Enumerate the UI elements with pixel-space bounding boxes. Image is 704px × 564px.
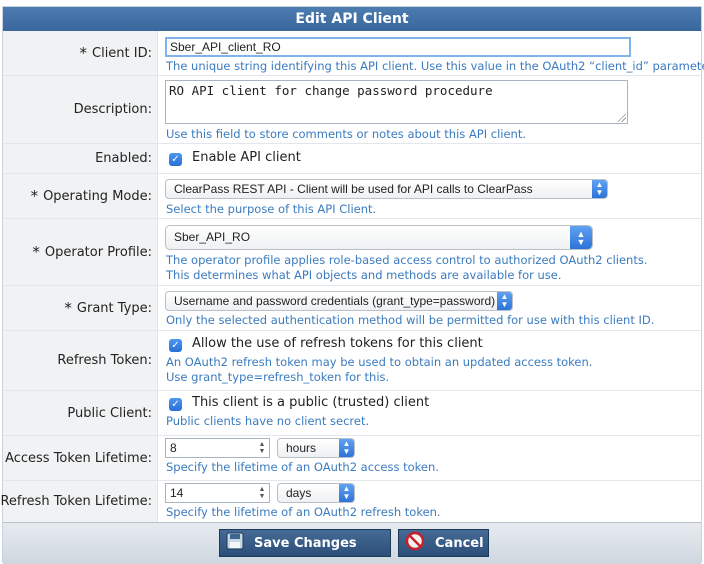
row-client-id: * Client ID: Sber_API_client_RO The uniq… <box>3 31 704 76</box>
refresh-token-lifetime-value: 14 <box>170 486 184 500</box>
resize-grip-icon[interactable] <box>618 114 626 122</box>
description-label-cell: Description: <box>3 76 158 143</box>
public-client-checkbox[interactable]: ✓ <box>169 398 182 411</box>
no-entry-icon <box>405 531 425 555</box>
operator-profile-select[interactable]: Sber_API_RO ▲ ▼ <box>165 225 593 250</box>
refresh-token-checkbox[interactable]: ✓ <box>169 339 182 352</box>
access-token-lifetime-label-cell: Access Token Lifetime: <box>3 436 158 480</box>
operator-profile-value: Sber_API_RO <box>174 230 251 244</box>
operator-profile-label: Operator Profile: <box>44 244 152 260</box>
operating-mode-hint: Select the purpose of this API Client. <box>166 202 377 216</box>
form-footer: Save Changes Cancel <box>3 522 701 564</box>
cancel-label: Cancel <box>435 535 484 551</box>
required-marker: * <box>79 44 88 62</box>
refresh-token-unit-value: days <box>286 486 312 500</box>
refresh-token-label: Refresh Token: <box>57 353 152 368</box>
panel-title: Edit API Client <box>3 7 701 31</box>
description-label: Description: <box>73 102 152 117</box>
description-text: RO API client for change password proced… <box>169 83 493 98</box>
enabled-checkbox-label[interactable]: Enable API client <box>192 150 301 165</box>
row-operator-profile: * Operator Profile: Sber_API_RO ▲ ▼ The o… <box>3 219 701 286</box>
required-marker: * <box>30 187 39 205</box>
checkmark-icon: ✓ <box>171 340 180 351</box>
stepper-arrows-icon[interactable]: ▲ ▼ <box>258 485 266 501</box>
enabled-label-cell: Enabled: <box>3 144 158 173</box>
client-id-hint: The unique string identifying this API c… <box>166 59 704 73</box>
row-public-client: Public Client: ✓ This client is a public… <box>3 391 701 436</box>
access-token-lifetime-label: Access Token Lifetime: <box>5 450 152 466</box>
client-id-label-cell: * Client ID: <box>3 31 158 75</box>
stepper-arrows-icon[interactable]: ▲ ▼ <box>258 440 266 456</box>
up-down-arrows-icon: ▲ ▼ <box>339 439 354 457</box>
enabled-label: Enabled: <box>95 151 152 166</box>
checkmark-icon: ✓ <box>171 154 180 165</box>
description-hint: Use this field to store comments or note… <box>166 127 527 141</box>
refresh-token-hint-2: Use grant_type=refresh_token for this. <box>166 370 390 384</box>
up-down-arrows-icon: ▲ ▼ <box>592 180 607 198</box>
row-operating-mode: * Operating Mode: ClearPass REST API - C… <box>3 174 701 219</box>
operating-mode-select[interactable]: ClearPass REST API - Client will be used… <box>165 179 608 199</box>
access-token-unit-value: hours <box>286 441 317 455</box>
refresh-token-lifetime-input[interactable]: 14 ▲ ▼ <box>165 483 270 503</box>
grant-type-label: Grant Type: <box>76 300 152 316</box>
row-enabled: Enabled: ✓ Enable API client <box>3 144 701 174</box>
access-token-lifetime-input[interactable]: 8 ▲ ▼ <box>165 438 270 458</box>
refresh-token-label-cell: Refresh Token: <box>3 331 158 390</box>
edit-api-client-panel: Edit API Client * Client ID: Sber_API_cl… <box>0 6 704 564</box>
row-refresh-token: Refresh Token: ✓ Allow the use of refres… <box>3 331 701 391</box>
operator-profile-hint-2: This determines what API objects and met… <box>166 268 562 282</box>
row-grant-type: * Grant Type: Username and password cred… <box>3 286 701 331</box>
row-refresh-token-lifetime: Refresh Token Lifetime: 14 ▲ ▼ days ▲ ▼ Sp… <box>0 481 701 522</box>
access-token-lifetime-value: 8 <box>170 441 177 455</box>
client-id-input[interactable]: Sber_API_client_RO <box>165 37 631 57</box>
client-id-label: Client ID: <box>92 45 152 61</box>
refresh-token-hint-1: An OAuth2 refresh token may be used to o… <box>166 355 593 369</box>
grant-type-select[interactable]: Username and password credentials (grant… <box>165 291 513 311</box>
grant-type-label-cell: * Grant Type: <box>3 286 158 330</box>
refresh-token-lifetime-label: Refresh Token Lifetime: <box>0 494 152 509</box>
row-access-token-lifetime: Access Token Lifetime: 8 ▲ ▼ hours ▲ ▼ Spe… <box>3 436 701 481</box>
public-client-hint: Public clients have no client secret. <box>166 414 370 428</box>
access-token-lifetime-hint: Specify the lifetime of an OAuth2 access… <box>166 460 439 474</box>
operating-mode-label: Operating Mode: <box>43 188 152 204</box>
refresh-token-lifetime-hint: Specify the lifetime of an OAuth2 refres… <box>166 505 441 519</box>
grant-type-value: Username and password credentials (grant… <box>174 294 496 308</box>
operator-profile-hint-1: The operator profile applies role-based … <box>166 253 648 267</box>
operating-mode-value: ClearPass REST API - Client will be used… <box>174 182 533 196</box>
up-down-arrows-icon: ▲ ▼ <box>497 292 512 310</box>
save-changes-button[interactable]: Save Changes <box>219 529 391 557</box>
cancel-button[interactable]: Cancel <box>398 529 489 557</box>
refresh-token-lifetime-label-cell: Refresh Token Lifetime: <box>0 481 158 522</box>
access-token-unit-select[interactable]: hours ▲ ▼ <box>277 438 355 458</box>
up-down-arrows-icon: ▲ ▼ <box>339 484 354 502</box>
required-marker: * <box>32 243 40 261</box>
row-description: Description: RO API client for change pa… <box>3 76 701 144</box>
refresh-token-checkbox-label[interactable]: Allow the use of refresh tokens for this… <box>192 336 483 351</box>
description-textarea[interactable]: RO API client for change password proced… <box>165 80 628 124</box>
grant-type-hint: Only the selected authentication method … <box>166 313 655 327</box>
floppy-disk-icon <box>226 532 244 554</box>
checkmark-icon: ✓ <box>171 399 180 410</box>
operating-mode-label-cell: * Operating Mode: <box>3 174 158 218</box>
save-changes-label: Save Changes <box>254 535 357 551</box>
up-down-arrows-icon: ▲ ▼ <box>570 226 592 249</box>
public-client-label: Public Client: <box>67 405 152 421</box>
enabled-checkbox[interactable]: ✓ <box>169 153 182 166</box>
refresh-token-unit-select[interactable]: days ▲ ▼ <box>277 483 355 503</box>
public-client-checkbox-label[interactable]: This client is a public (trusted) client <box>192 395 429 410</box>
public-client-label-cell: Public Client: <box>3 391 158 435</box>
required-marker: * <box>64 299 72 317</box>
operator-profile-label-cell: * Operator Profile: <box>3 219 158 285</box>
